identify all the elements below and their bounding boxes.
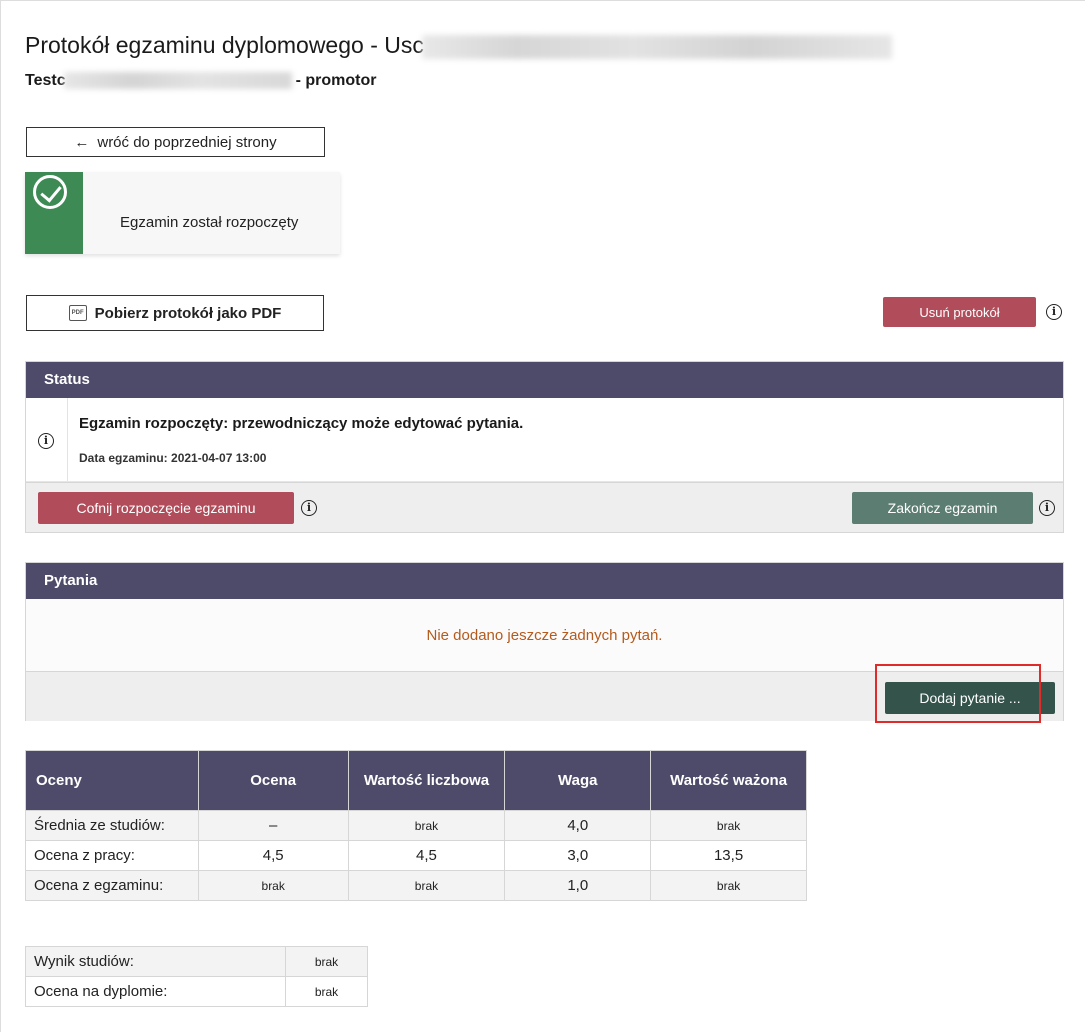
check-circle-icon (33, 175, 67, 209)
questions-empty-message: Nie dodano jeszcze żadnych pytań. (26, 599, 1063, 671)
col-header-ocena: Ocena (197, 750, 349, 811)
table-cell: brak (347, 810, 506, 841)
row-label: Ocena z pracy: (25, 840, 199, 871)
table-cell: brak (285, 976, 368, 1007)
questions-panel-footer: Dodaj pytanie ... (26, 671, 1063, 721)
exam-status-card: Egzamin został rozpoczęty (25, 172, 340, 254)
back-button[interactable]: ← wróć do poprzedniej strony (26, 127, 325, 157)
row-label: Ocena z egzaminu: (25, 870, 199, 901)
add-question-button[interactable]: Dodaj pytanie ... (885, 682, 1055, 714)
status-panel-title: Status (26, 362, 1063, 398)
questions-panel-title: Pytania (26, 563, 1063, 599)
table-cell: brak (650, 810, 807, 841)
redacted-title (421, 34, 892, 59)
undo-start-button[interactable]: Cofnij rozpoczęcie egzaminu (38, 492, 294, 524)
col-header-wartosc-liczbowa: Wartość liczbowa (347, 750, 506, 811)
table-row: Ocena na dyplomie: brak (25, 976, 368, 1007)
table-cell: brak (197, 870, 349, 901)
status-panel: Status i Egzamin rozpoczęty: przewodnicz… (25, 361, 1064, 533)
subtitle-role: - promotor (295, 72, 377, 89)
status-panel-footer: Cofnij rozpoczęcie egzaminu i Zakończ eg… (26, 482, 1063, 532)
grades-table: Oceny Ocena Wartość liczbowa Waga Wartoś… (25, 750, 807, 901)
table-cell: 3,0 (504, 840, 652, 871)
exam-status-text: Egzamin został rozpoczęty (120, 214, 299, 231)
status-panel-body: i Egzamin rozpoczęty: przewodniczący moż… (26, 398, 1063, 482)
pdf-icon: PDF (68, 305, 87, 321)
result-table: Wynik studiów: brak Ocena na dyplomie: b… (25, 946, 368, 1007)
table-row: Wynik studiów: brak (25, 946, 368, 977)
exam-date: Data egzaminu: 2021-04-07 13:00 (79, 451, 267, 465)
table-row: Średnia ze studiów: – brak 4,0 brak (25, 810, 807, 841)
table-cell: 1,0 (504, 870, 652, 901)
download-pdf-button[interactable]: PDF Pobierz protokół jako PDF (26, 295, 324, 331)
delete-info-icon[interactable]: i (1046, 304, 1062, 320)
page-title-text: Protokół egzaminu dyplomowego - Usc (25, 32, 424, 58)
questions-panel: Pytania Nie dodano jeszcze żadnych pytań… (25, 562, 1064, 721)
page-title: Protokół egzaminu dyplomowego - Usc (25, 32, 892, 59)
status-info-icon: i (38, 433, 54, 449)
table-row: Ocena z egzaminu: brak brak 1,0 brak (25, 870, 807, 901)
subtitle-prefix: Testc (25, 72, 66, 89)
col-header-waga: Waga (504, 750, 652, 811)
undo-info-icon[interactable]: i (301, 500, 317, 516)
page-subtitle: Testc - promotor (25, 72, 376, 90)
col-header-oceny: Oceny (25, 750, 199, 811)
download-pdf-label: Pobierz protokół jako PDF (94, 304, 282, 322)
col-header-wartosc-wazona: Wartość ważona (650, 750, 807, 811)
table-cell: brak (650, 870, 807, 901)
table-cell: 13,5 (650, 840, 807, 871)
table-row: Ocena z pracy: 4,5 4,5 3,0 13,5 (25, 840, 807, 871)
table-cell: 4,5 (347, 840, 506, 871)
delete-protocol-button[interactable]: Usuń protokół (883, 297, 1036, 327)
status-message: Egzamin rozpoczęty: przewodniczący może … (79, 415, 524, 432)
table-cell: 4,0 (504, 810, 652, 841)
status-divider (67, 398, 68, 481)
finish-info-icon[interactable]: i (1039, 500, 1055, 516)
arrow-left-icon: ← (74, 133, 90, 151)
redacted-name (63, 72, 292, 90)
row-label: Średnia ze studiów: (25, 810, 199, 841)
back-button-label: wróć do poprzedniej strony (97, 133, 277, 151)
table-cell: brak (347, 870, 506, 901)
grades-header-row: Oceny Ocena Wartość liczbowa Waga Wartoś… (25, 750, 807, 811)
row-label: Wynik studiów: (25, 946, 286, 977)
finish-exam-button[interactable]: Zakończ egzamin (852, 492, 1033, 524)
table-cell: – (197, 810, 349, 841)
table-cell: 4,5 (197, 840, 349, 871)
table-cell: brak (285, 946, 368, 977)
row-label: Ocena na dyplomie: (25, 976, 286, 1007)
